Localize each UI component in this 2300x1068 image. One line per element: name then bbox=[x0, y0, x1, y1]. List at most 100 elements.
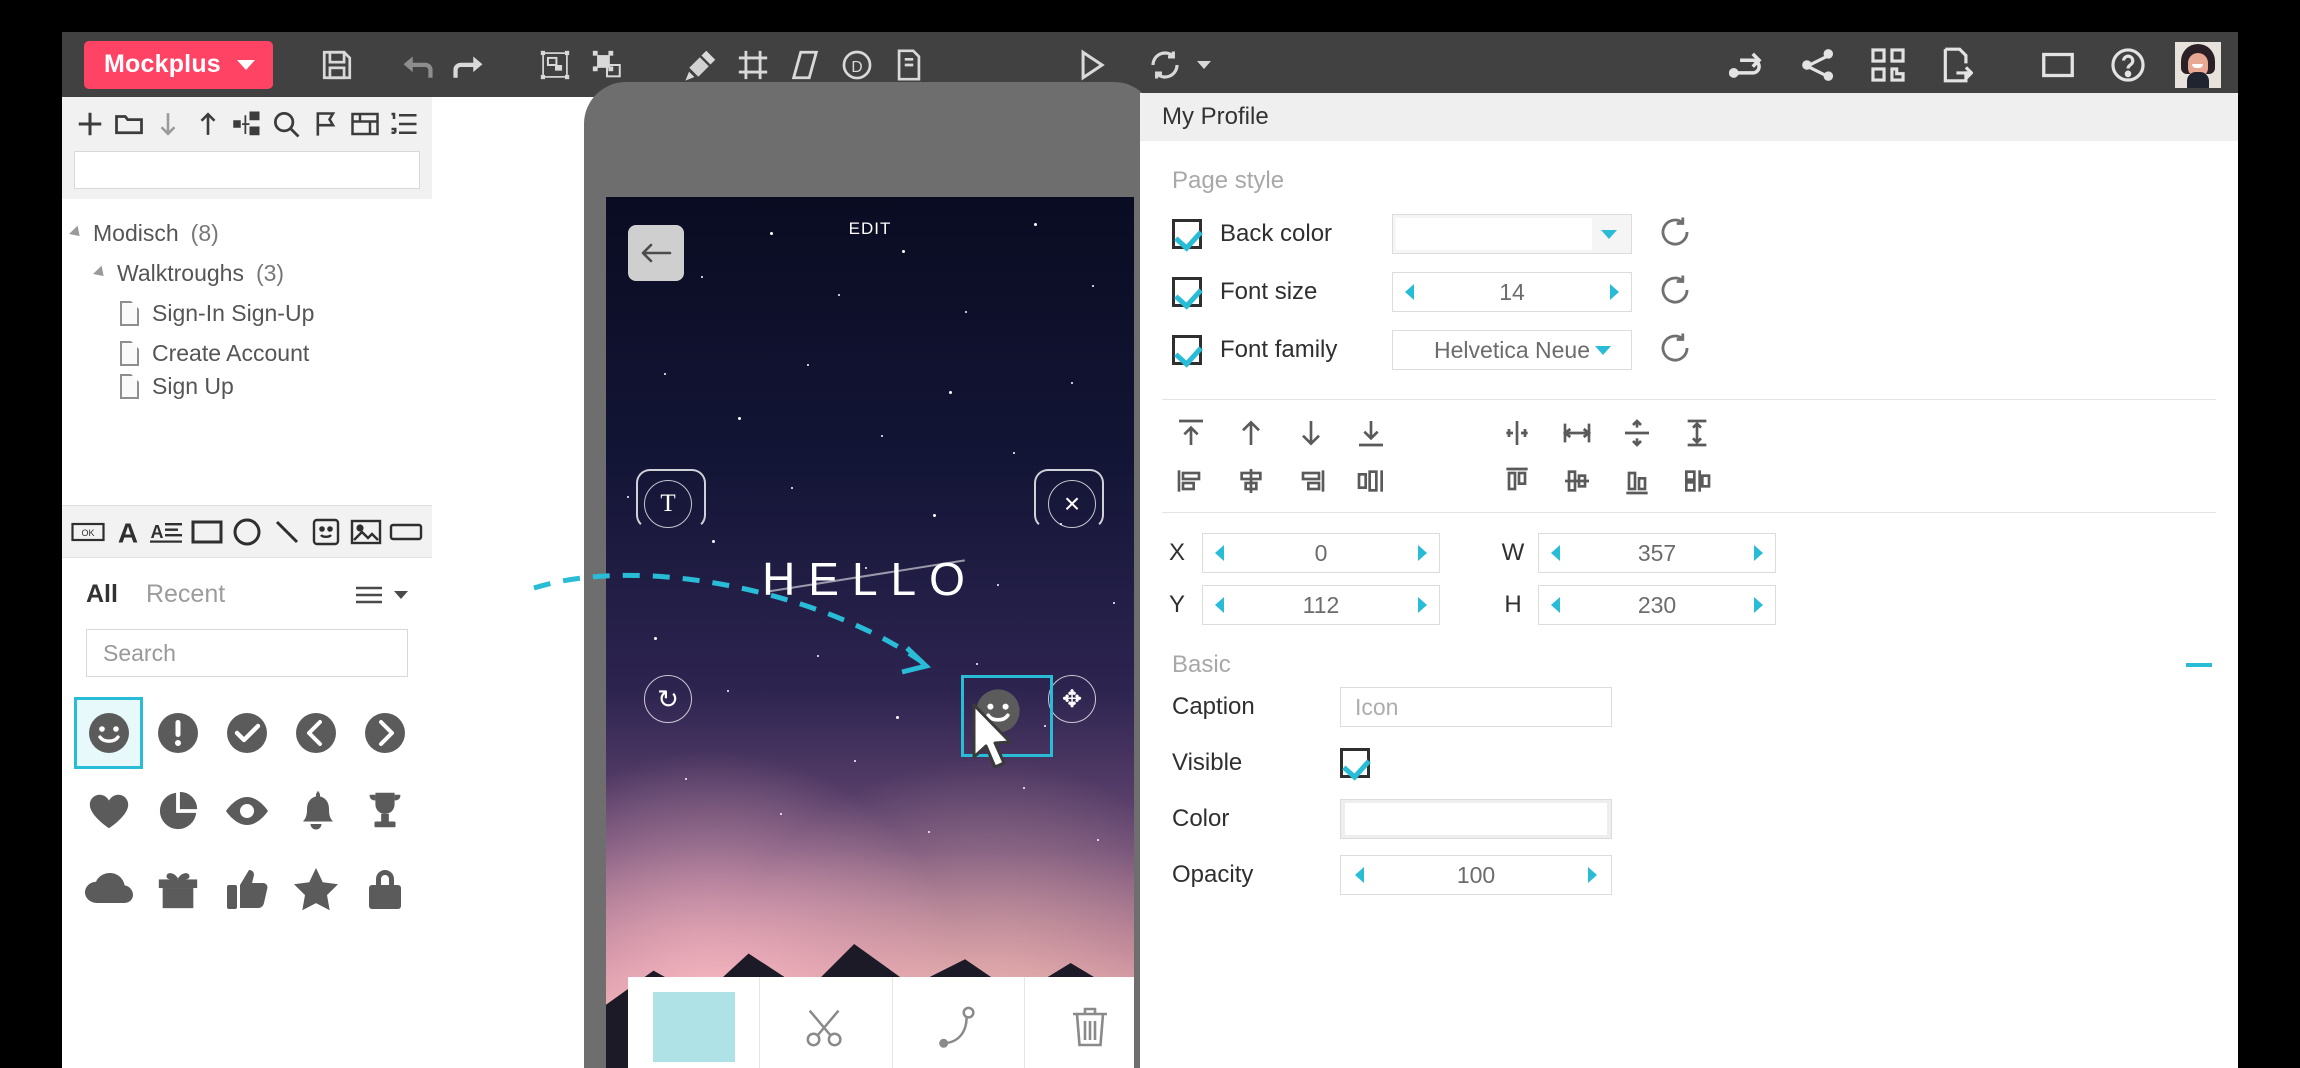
reset-icon[interactable] bbox=[1658, 215, 1692, 254]
visible-checkbox[interactable] bbox=[1340, 748, 1370, 778]
color-swatch[interactable] bbox=[628, 977, 761, 1068]
distribute-horizontal-icon[interactable] bbox=[1498, 416, 1536, 450]
paragraph-icon[interactable]: A bbox=[149, 515, 185, 549]
archive-icon[interactable] bbox=[347, 105, 382, 143]
group-icon[interactable] bbox=[529, 39, 581, 91]
close-tool-icon[interactable]: × bbox=[1048, 480, 1096, 528]
reset-icon[interactable] bbox=[1658, 331, 1692, 370]
stepper-right-icon[interactable] bbox=[1610, 284, 1619, 300]
tab-recent[interactable]: Recent bbox=[146, 580, 225, 609]
align-center-v-icon[interactable] bbox=[1618, 416, 1656, 450]
caption-input[interactable]: Icon bbox=[1340, 687, 1612, 727]
interaction-icon[interactable] bbox=[1722, 39, 1774, 91]
trash-icon[interactable] bbox=[1025, 977, 1134, 1068]
stepper-left-icon[interactable] bbox=[1551, 545, 1560, 561]
icon-cell-thumbs-up[interactable] bbox=[212, 853, 281, 925]
refresh-dropdown-icon[interactable] bbox=[1196, 60, 1211, 69]
line-icon[interactable] bbox=[269, 515, 305, 549]
minus-icon[interactable] bbox=[2186, 663, 2212, 667]
rectangle-icon[interactable] bbox=[189, 515, 225, 549]
icon-cell-heart[interactable] bbox=[74, 775, 143, 847]
icon-cell-check[interactable] bbox=[212, 697, 281, 769]
reset-icon[interactable] bbox=[1658, 273, 1692, 312]
distribute-stack-icon[interactable] bbox=[1678, 464, 1716, 498]
stepper-left-icon[interactable] bbox=[1355, 867, 1364, 883]
move-up-icon[interactable] bbox=[190, 105, 225, 143]
ok-button-icon[interactable]: OK bbox=[70, 515, 106, 549]
image-icon[interactable] bbox=[348, 515, 384, 549]
folder-icon[interactable] bbox=[111, 105, 146, 143]
tab-all[interactable]: All bbox=[86, 580, 118, 609]
flag-icon[interactable] bbox=[308, 105, 343, 143]
distribute-v-icon[interactable] bbox=[1558, 464, 1596, 498]
mockplus-menu-button[interactable]: Mockplus bbox=[84, 40, 273, 89]
redo-icon[interactable] bbox=[443, 39, 495, 91]
text-icon[interactable]: A bbox=[110, 515, 146, 549]
tree-item-walktroughs[interactable]: Walktroughs (3) bbox=[62, 253, 432, 293]
icon-cell-exclamation[interactable] bbox=[143, 697, 212, 769]
save-icon[interactable] bbox=[311, 39, 363, 91]
stepper-right-icon[interactable] bbox=[1417, 597, 1427, 613]
x-stepper[interactable]: 0 bbox=[1202, 533, 1440, 573]
list-number-icon[interactable] bbox=[387, 105, 422, 143]
font-size-stepper[interactable]: 14 bbox=[1392, 272, 1632, 312]
stepper-right-icon[interactable] bbox=[1417, 545, 1427, 561]
icon-cell-chevron-left[interactable] bbox=[282, 697, 351, 769]
align-down-icon[interactable] bbox=[1292, 416, 1330, 450]
icon-cell-pie-chart[interactable] bbox=[143, 775, 212, 847]
align-up-icon[interactable] bbox=[1232, 416, 1270, 450]
back-color-field[interactable] bbox=[1392, 214, 1632, 254]
text-tool-icon[interactable]: T bbox=[644, 480, 692, 528]
plus-icon[interactable] bbox=[72, 105, 107, 143]
align-bottom-icon[interactable] bbox=[1618, 464, 1656, 498]
tree-item-modisch[interactable]: Modisch (8) bbox=[62, 213, 432, 253]
stepper-left-icon[interactable] bbox=[1215, 597, 1224, 613]
undo-icon[interactable] bbox=[391, 39, 443, 91]
move-tool-icon[interactable]: ✥ bbox=[1048, 675, 1096, 723]
icon-cell-smiley[interactable] bbox=[74, 697, 144, 769]
font-size-checkbox[interactable] bbox=[1172, 277, 1202, 307]
move-down-icon[interactable] bbox=[151, 105, 186, 143]
refresh-icon[interactable] bbox=[1139, 39, 1191, 91]
font-family-select[interactable]: Helvetica Neue bbox=[1392, 330, 1632, 370]
share-icon[interactable] bbox=[1792, 39, 1844, 91]
icon-cell-trophy[interactable] bbox=[351, 775, 420, 847]
qrcode-icon[interactable] bbox=[1862, 39, 1914, 91]
search-icon[interactable] bbox=[269, 105, 304, 143]
font-family-checkbox[interactable] bbox=[1172, 335, 1202, 365]
icon-icon[interactable] bbox=[308, 515, 344, 549]
icon-cell-gift[interactable] bbox=[143, 853, 212, 925]
component-search-input[interactable]: Search bbox=[86, 629, 408, 677]
icon-cell-eye[interactable] bbox=[212, 775, 281, 847]
align-top-icon[interactable] bbox=[1498, 464, 1536, 498]
align-right-icon[interactable] bbox=[1292, 464, 1330, 498]
sitemap-icon[interactable] bbox=[229, 105, 264, 143]
avatar[interactable] bbox=[2172, 39, 2224, 91]
color-field[interactable] bbox=[1340, 799, 1612, 839]
align-left-icon[interactable] bbox=[1172, 464, 1210, 498]
stepper-right-icon[interactable] bbox=[1588, 867, 1597, 883]
align-bottom-edge-icon[interactable] bbox=[1352, 416, 1390, 450]
help-icon[interactable] bbox=[2102, 39, 2154, 91]
icon-cell-star[interactable] bbox=[282, 853, 351, 925]
input-icon[interactable] bbox=[388, 515, 424, 549]
stepper-left-icon[interactable] bbox=[1405, 284, 1414, 300]
opacity-stepper[interactable]: 100 bbox=[1340, 855, 1612, 895]
icon-cell-chevron-right[interactable] bbox=[351, 697, 420, 769]
icon-cell-cloud[interactable] bbox=[74, 853, 143, 925]
align-middle-icon[interactable] bbox=[1678, 416, 1716, 450]
icon-cell-bell[interactable] bbox=[282, 775, 351, 847]
stepper-left-icon[interactable] bbox=[1551, 597, 1560, 613]
tree-item-create-account[interactable]: Create Account bbox=[62, 333, 432, 373]
ellipse-icon[interactable] bbox=[229, 515, 265, 549]
w-stepper[interactable]: 357 bbox=[1538, 533, 1776, 573]
scissors-icon[interactable] bbox=[760, 977, 893, 1068]
stepper-right-icon[interactable] bbox=[1754, 545, 1763, 561]
window-icon[interactable] bbox=[2032, 39, 2084, 91]
curve-icon[interactable] bbox=[893, 977, 1025, 1068]
tree-item-sign-up[interactable]: Sign Up bbox=[62, 373, 432, 399]
stepper-left-icon[interactable] bbox=[1215, 545, 1224, 561]
stepper-right-icon[interactable] bbox=[1754, 597, 1763, 613]
align-center-h-icon[interactable] bbox=[1232, 464, 1270, 498]
h-stepper[interactable]: 230 bbox=[1538, 585, 1776, 625]
